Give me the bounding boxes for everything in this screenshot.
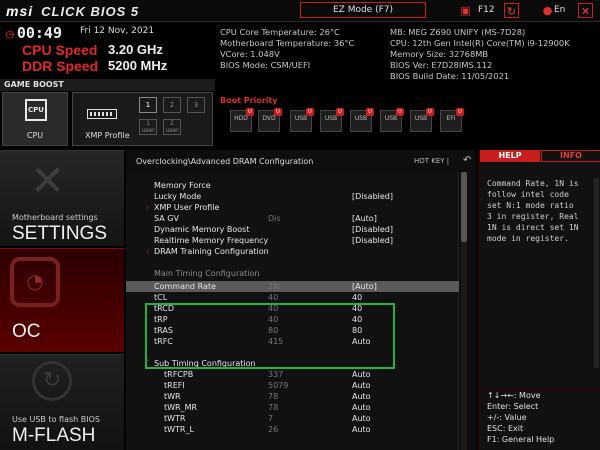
row-twr[interactable]: tWR 78 Auto <box>126 391 459 402</box>
date: Fri 12 Nov, 2021 <box>80 26 155 36</box>
row-xmp-user-profile[interactable]: › XMP User Profile <box>126 202 459 213</box>
xmp-profile-label: XMP Profile <box>85 131 130 140</box>
cpu-speed-value: 3.20 GHz <box>108 42 163 57</box>
tools-icon: ✕ <box>30 156 66 205</box>
memory-size: Memory Size: 32768MB <box>390 49 489 59</box>
brand-text: msi <box>6 3 34 19</box>
help-text: Command Rate, 1N is follow intel code se… <box>487 179 579 243</box>
cpu-model: CPU: 12th Gen Intel(R) Core(TM) i9-12900… <box>390 38 570 48</box>
xmp-slot-3[interactable]: 3 <box>187 97 205 113</box>
boot-priority-label: Boot Priority <box>220 96 278 105</box>
f12-label: F12 <box>478 5 495 15</box>
settings-list: Memory Force Lucky Mode [Disabled] › XMP U… <box>126 172 459 450</box>
boot-device-usb-1[interactable]: USB <box>290 108 314 132</box>
close-icon[interactable]: ✕ <box>578 3 593 18</box>
settings-subtitle: Motherboard settings <box>12 213 98 222</box>
row-sa-gv[interactable]: SA GV Dis [Auto] <box>126 213 459 224</box>
row-twr-mr[interactable]: tWR_MR 78 Auto <box>126 402 459 413</box>
memory-module-icon <box>87 109 117 119</box>
breadcrumb: Overclocking\Advanced DRAM Configuration <box>136 157 314 166</box>
row-dynamic-memory-boost[interactable]: Dynamic Memory Boost [Disabled] <box>126 224 459 235</box>
row-memory-force[interactable]: Memory Force <box>126 180 459 191</box>
bios-version: BIOS Ver: E7D28IMS.112 <box>390 60 493 70</box>
boot-device-usb-3[interactable]: USB <box>350 108 374 132</box>
clock-icon: ◷ <box>6 27 14 42</box>
m-flash-subtitle: Use USB to flash BIOS <box>12 415 100 424</box>
flash-icon: ↻ <box>32 361 72 401</box>
scroll-thumb[interactable] <box>461 172 467 242</box>
help-divider <box>479 388 600 389</box>
top-bar: msi CLICK BIOS 5 EZ Mode (F7) ▣ F12 ↻ ● E… <box>0 0 600 22</box>
highlight-box <box>145 303 395 369</box>
main-panel: Overclocking\Advanced DRAM Configuration… <box>126 150 476 450</box>
xmp-user-slot-2[interactable]: 2 user <box>163 119 181 135</box>
bios-mode: BIOS Mode: CSM/UEFI <box>220 60 311 70</box>
game-boost-cpu-button[interactable]: CPU CPU <box>2 92 68 146</box>
cpu-chip-icon: CPU <box>25 99 47 121</box>
vcore: VCore: 1.048V <box>220 49 280 59</box>
xmp-slot-2[interactable]: 2 <box>163 97 181 113</box>
row-dram-training-configuration[interactable]: › DRAM Training Configuration <box>126 246 459 257</box>
game-boost-cpu-label: CPU <box>26 131 44 140</box>
m-flash-title: M-FLASH <box>12 425 96 446</box>
row-lucky-mode[interactable]: Lucky Mode [Disabled] <box>126 191 459 202</box>
chevron-right-icon: › <box>146 203 150 212</box>
boot-device-usb-2[interactable]: USB <box>320 108 344 132</box>
cpu-speed-label: CPU Speed <box>22 42 98 58</box>
game-boost-label: GAME BOOST <box>4 80 64 89</box>
row-twtr[interactable]: tWTR 7 Auto <box>126 413 459 424</box>
settings-title: SETTINGS <box>12 223 108 244</box>
chevron-right-icon: › <box>146 247 150 256</box>
clock: ◷ 00:49 <box>6 24 62 42</box>
system-info-left: CPU Core Temperature: 26°C Motherboard T… <box>220 27 354 71</box>
list-scrollbar[interactable] <box>461 172 467 450</box>
help-scrollbar[interactable] <box>594 178 599 368</box>
product-name: CLICK BIOS 5 <box>41 4 140 19</box>
boot-device-efi[interactable]: EFI <box>440 108 464 132</box>
ddr-speed-label: DDR Speed <box>22 58 99 74</box>
ddr-speed-value: 5200 MHz <box>108 58 168 73</box>
help-panel: HELP INFO Command Rate, 1N is follow int… <box>478 150 600 450</box>
xmp-user-slot-1[interactable]: 1 user <box>139 119 157 135</box>
globe-icon[interactable]: ● <box>540 3 555 18</box>
language-label[interactable]: En <box>554 5 565 15</box>
row-command-rate[interactable]: Command Rate 2N [Auto] <box>126 281 459 292</box>
system-info-right: MB: MEG Z690 UNIFY (MS-7D28) CPU: 12th G… <box>390 27 570 82</box>
boot-device-hdd[interactable]: HDD <box>230 108 254 132</box>
boot-device-usb-5[interactable]: USB <box>410 108 434 132</box>
nav-oc[interactable]: ◔ OC <box>0 248 124 352</box>
row-tcl[interactable]: tCL 40 40 <box>126 292 459 303</box>
mb-model: MB: MEG Z690 UNIFY (MS-7D28) <box>390 27 526 37</box>
bios-build-date: BIOS Build Date: 11/05/2021 <box>390 71 510 81</box>
hotkey-label[interactable]: HOT KEY | <box>414 157 449 165</box>
xmp-slot-1[interactable]: 1 <box>139 97 157 113</box>
clock-time: 00:49 <box>16 24 62 42</box>
gauge-icon: ◔ <box>10 257 60 307</box>
tab-help[interactable]: HELP <box>480 150 540 162</box>
row-trfcpb[interactable]: tRFCPB 337 Auto <box>126 369 459 380</box>
nav-settings[interactable]: ✕ Motherboard settings SETTINGS <box>0 150 124 246</box>
tab-info[interactable]: INFO <box>541 150 600 162</box>
row-realtime-memory-frequency[interactable]: Realtime Memory Frequency [Disabled] <box>126 235 459 246</box>
key-legend: ↑↓→←: Move Enter: Select +/-: Value ESC:… <box>487 391 555 444</box>
reset-icon[interactable]: ↻ <box>504 3 519 18</box>
section-main-timing: Main Timing Configuration <box>154 269 260 278</box>
row-trefi[interactable]: tREFI 5079 Auto <box>126 380 459 391</box>
row-twtr-l[interactable]: tWTR_L 26 Auto <box>126 424 459 435</box>
cpu-temp: CPU Core Temperature: 26°C <box>220 27 340 37</box>
msi-logo: msi CLICK BIOS 5 <box>6 3 139 19</box>
oc-title: OC <box>12 321 41 342</box>
boot-device-dvd[interactable]: DVD <box>258 108 282 132</box>
boot-device-usb-4[interactable]: USB <box>380 108 404 132</box>
ez-mode-button[interactable]: EZ Mode (F7) <box>300 2 426 18</box>
back-icon[interactable]: ↶ <box>463 155 471 166</box>
screenshot-icon[interactable]: ▣ <box>458 3 473 18</box>
nav-m-flash[interactable]: ↻ Use USB to flash BIOS M-FLASH <box>0 354 124 450</box>
xmp-profile-button[interactable]: XMP Profile 1 2 3 1 user 2 user <box>72 92 213 146</box>
mb-temp: Motherboard Temperature: 36°C <box>220 38 355 48</box>
game-boost-bar: GAME BOOST <box>0 79 215 91</box>
